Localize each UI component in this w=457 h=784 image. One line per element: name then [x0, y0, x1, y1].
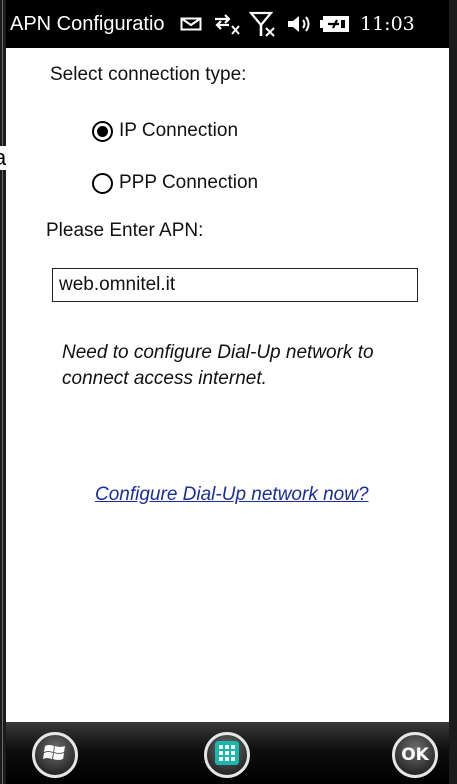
dialup-note: Need to configure Dial-Up network to con…: [62, 342, 374, 389]
windows-start-icon: [43, 742, 67, 769]
radio-label-ip: IP Connection: [119, 120, 239, 141]
app-grid-button[interactable]: [204, 732, 250, 778]
status-icons: 11:03: [178, 10, 415, 38]
apn-label: Please Enter APN:: [46, 220, 204, 241]
apn-configuration-form: Select connection type: IP Connection PP…: [6, 48, 449, 680]
connection-type-label: Select connection type:: [50, 64, 247, 85]
window-title: APN Configuratio: [10, 12, 165, 35]
volume-icon[interactable]: [284, 13, 312, 35]
device-bezel-right: [449, 0, 457, 784]
battery-charging-icon[interactable]: [318, 14, 352, 34]
ok-button-label: OK: [401, 745, 429, 765]
configure-dialup-link[interactable]: Configure Dial-Up network now?: [95, 484, 369, 506]
start-button[interactable]: [32, 732, 78, 778]
clock-time: 11:03: [360, 13, 415, 35]
status-bar: APN Configuratio 11:03: [6, 0, 449, 48]
app-grid-icon: [215, 740, 239, 770]
soft-key-bar: OK: [6, 722, 449, 784]
message-icon[interactable]: [178, 15, 204, 33]
apn-input[interactable]: [52, 268, 418, 302]
radio-button-unchecked[interactable]: [92, 172, 113, 194]
ok-button[interactable]: OK: [392, 732, 438, 778]
radio-ip-connection[interactable]: IP Connection: [92, 120, 238, 142]
data-transfer-off-icon[interactable]: [210, 11, 244, 37]
radio-label-ppp: PPP Connection: [119, 172, 259, 193]
radio-button-checked[interactable]: [92, 120, 113, 142]
signal-off-icon[interactable]: [248, 10, 278, 38]
radio-ppp-connection[interactable]: PPP Connection: [92, 172, 258, 194]
